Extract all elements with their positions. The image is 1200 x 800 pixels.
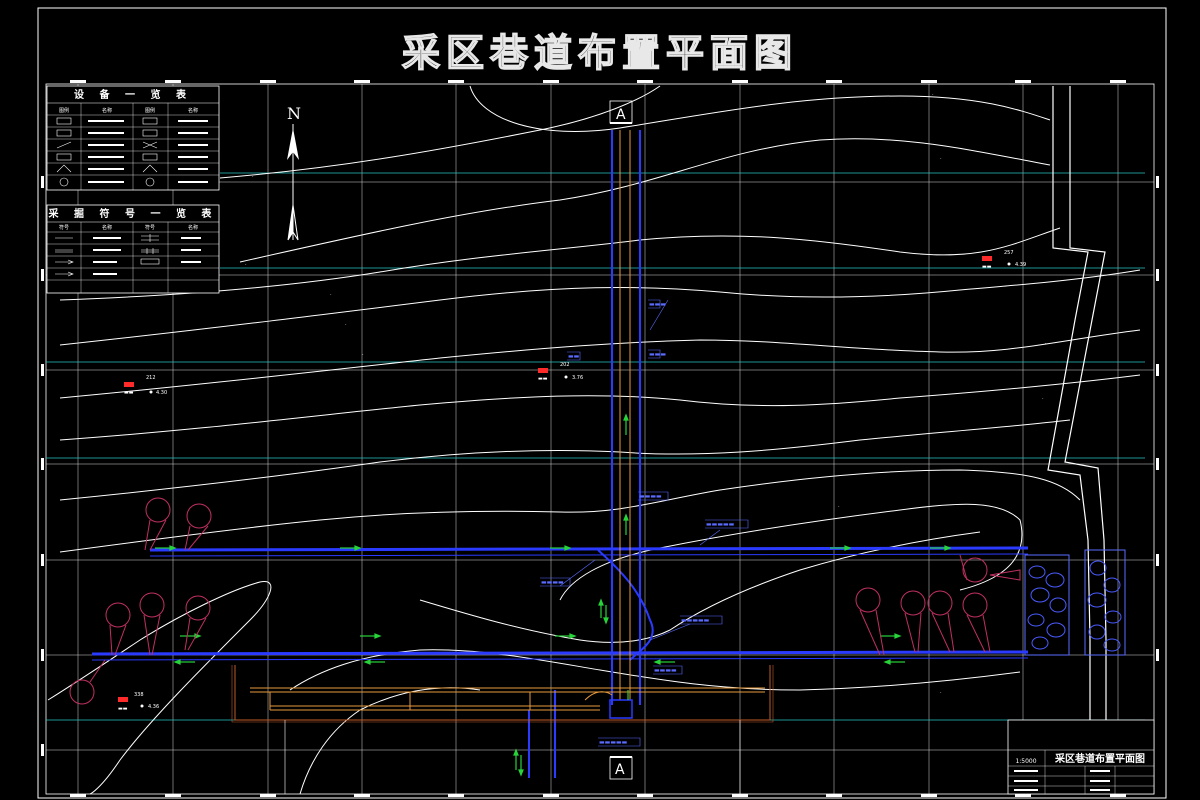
svg-text:名称: 名称 bbox=[102, 224, 112, 231]
svg-text:采 掘 符 号 一 览 表: 采 掘 符 号 一 览 表 bbox=[48, 207, 218, 220]
svg-text:212: 212 bbox=[146, 375, 156, 381]
svg-text:▬▬▬▬▬: ▬▬▬▬▬ bbox=[706, 521, 735, 528]
svg-text:▬▬▬: ▬▬▬ bbox=[649, 351, 666, 358]
svg-text:图例: 图例 bbox=[145, 107, 155, 114]
svg-text:名称: 名称 bbox=[102, 107, 112, 114]
svg-text:▬▬: ▬▬ bbox=[538, 376, 548, 382]
cad-drawing: 采区巷道布置平面图 ▬▬▬ ▬▬▬ ▬▬ ▬▬▬▬ ▬▬▬▬▬ ▬▬▬▬ ▬▬▬… bbox=[37, 7, 1167, 799]
svg-text:257: 257 bbox=[1004, 250, 1014, 256]
svg-text:▬▬: ▬▬ bbox=[118, 706, 128, 712]
annotation-texts: ▬▬▬ ▬▬▬ ▬▬ ▬▬▬▬ ▬▬▬▬▬ ▬▬▬▬ ▬▬▬▬▬ ▬▬▬▬ ▬▬… bbox=[541, 301, 735, 746]
svg-text:图例: 图例 bbox=[59, 107, 69, 114]
borehole-202: 202 ▬▬ 3.76 bbox=[538, 362, 583, 382]
svg-text:▬▬▬▬: ▬▬▬▬ bbox=[639, 493, 662, 500]
svg-text:采区巷道布置平面图: 采区巷道布置平面图 bbox=[1054, 752, 1145, 765]
svg-text:A: A bbox=[615, 762, 625, 778]
svg-text:·: · bbox=[940, 156, 942, 162]
contour-labels: · · · · · · · · · · · · · bbox=[245, 92, 1047, 696]
svg-text:·: · bbox=[362, 352, 364, 358]
svg-text:·: · bbox=[838, 440, 840, 446]
svg-text:·: · bbox=[330, 292, 332, 298]
svg-text:N: N bbox=[287, 104, 301, 123]
equipment-table: 设 备 一 览 表 图例 名称 图例 名称 bbox=[46, 85, 220, 191]
title-block: 采区巷道布置平面图 1:5000 bbox=[1007, 719, 1155, 795]
svg-text:3.76: 3.76 bbox=[572, 375, 583, 381]
svg-text:▬▬▬▬▬: ▬▬▬▬▬ bbox=[681, 617, 710, 624]
svg-text:符号: 符号 bbox=[145, 224, 155, 231]
symbol-table: 采 掘 符 号 一 览 表 符号 名称 符号 名称 bbox=[46, 204, 220, 294]
svg-text:▬▬▬: ▬▬▬ bbox=[649, 301, 666, 308]
borehole-338: 338 ▬▬ 4.36 bbox=[118, 692, 159, 712]
svg-text:4.36: 4.36 bbox=[148, 704, 159, 710]
svg-text:A: A bbox=[616, 107, 626, 123]
svg-text:▬▬: ▬▬ bbox=[982, 264, 992, 270]
svg-text:·: · bbox=[245, 262, 247, 268]
svg-text:202: 202 bbox=[560, 362, 570, 368]
svg-text:·: · bbox=[940, 690, 942, 696]
svg-text:符号: 符号 bbox=[59, 224, 69, 231]
drawing-title: 采区巷道布置平面图 bbox=[402, 30, 798, 75]
svg-text:4.39: 4.39 bbox=[1015, 262, 1026, 268]
borehole-257: 257 ▬▬ 4.39 bbox=[982, 250, 1026, 270]
svg-text:1:5000: 1:5000 bbox=[1015, 758, 1036, 765]
svg-text:名称: 名称 bbox=[188, 107, 198, 114]
svg-text:·: · bbox=[1042, 396, 1044, 402]
svg-text:·: · bbox=[345, 322, 347, 328]
svg-text:▬▬▬▬: ▬▬▬▬ bbox=[541, 579, 564, 586]
svg-text:▬▬: ▬▬ bbox=[124, 390, 134, 396]
svg-text:·: · bbox=[838, 504, 840, 510]
svg-text:▬▬▬▬▬: ▬▬▬▬▬ bbox=[599, 739, 628, 746]
svg-text:名称: 名称 bbox=[188, 224, 198, 231]
section-marker-top: A bbox=[609, 100, 633, 124]
svg-text:▬▬▬▬: ▬▬▬▬ bbox=[654, 667, 677, 674]
svg-text:·: · bbox=[1005, 284, 1007, 290]
equipment-callouts bbox=[69, 497, 1021, 705]
airflow-arrows bbox=[155, 413, 952, 777]
svg-text:4.30: 4.30 bbox=[156, 390, 167, 396]
roadways bbox=[91, 130, 1029, 794]
svg-text:338: 338 bbox=[134, 692, 144, 698]
svg-text:设 备 一 览 表: 设 备 一 览 表 bbox=[74, 88, 192, 101]
section-marker-bottom: A bbox=[609, 756, 633, 780]
svg-text:▬▬: ▬▬ bbox=[568, 353, 580, 360]
gob-area bbox=[1024, 549, 1126, 656]
north-arrow: N bbox=[287, 104, 301, 241]
borehole-212: 212 ▬▬ 4.30 bbox=[124, 375, 167, 396]
